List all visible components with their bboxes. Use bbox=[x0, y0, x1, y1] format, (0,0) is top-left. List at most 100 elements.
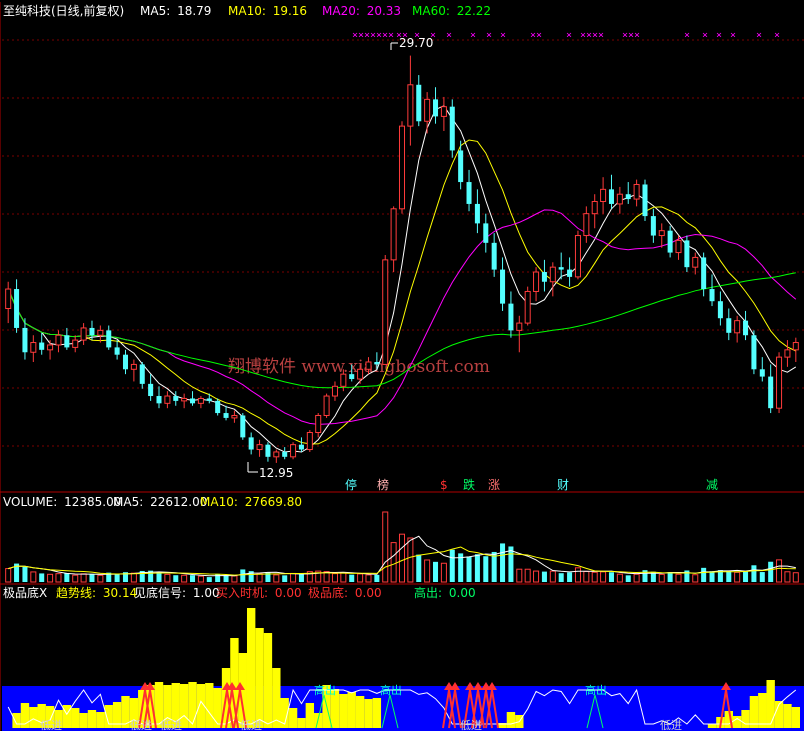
x-marker: × bbox=[702, 30, 708, 41]
candle bbox=[508, 291, 514, 338]
volume-bar bbox=[365, 574, 372, 583]
candle-body bbox=[600, 188, 607, 203]
candle-body bbox=[784, 349, 791, 358]
candle-body bbox=[407, 84, 414, 127]
candle-body bbox=[558, 267, 564, 270]
candle-body bbox=[30, 342, 37, 353]
exit-label: 高出 bbox=[314, 683, 336, 697]
volume-bar bbox=[726, 570, 732, 582]
indicator-bar bbox=[741, 710, 750, 728]
candle-body bbox=[357, 368, 364, 380]
indicator-bar bbox=[355, 696, 365, 728]
candle bbox=[215, 398, 221, 416]
volume-bar bbox=[508, 546, 514, 582]
candle-body bbox=[567, 269, 573, 277]
x-marker: × bbox=[536, 30, 542, 41]
x-marker: × bbox=[430, 30, 436, 41]
indicator-bar bbox=[339, 694, 348, 728]
candle bbox=[265, 442, 271, 462]
indicator-bar bbox=[347, 692, 356, 728]
volume-bar bbox=[181, 574, 188, 583]
low-annotation: 12.95 bbox=[247, 462, 293, 480]
entry-label: 低进 bbox=[240, 719, 262, 731]
volume-bar bbox=[558, 573, 564, 582]
candle bbox=[106, 325, 112, 350]
volume-bar bbox=[190, 575, 196, 582]
candle bbox=[382, 255, 389, 365]
candle-body bbox=[424, 98, 431, 122]
indicator-bar bbox=[263, 633, 273, 728]
exit-label: 高出 bbox=[585, 683, 607, 697]
candle-body bbox=[440, 106, 447, 117]
candle-body bbox=[80, 327, 87, 341]
volume-bar bbox=[164, 573, 171, 583]
candle-body bbox=[215, 400, 221, 414]
candle bbox=[516, 315, 523, 353]
candle bbox=[164, 391, 171, 409]
x-marker: × bbox=[402, 30, 408, 41]
candle-body bbox=[734, 320, 741, 334]
candle bbox=[591, 194, 598, 229]
candle bbox=[759, 357, 765, 382]
x-marker: × bbox=[684, 30, 690, 41]
candle bbox=[30, 335, 37, 362]
candle bbox=[675, 235, 682, 260]
candle bbox=[734, 315, 741, 343]
volume-bar bbox=[500, 543, 506, 582]
candle bbox=[466, 169, 472, 212]
candle-body bbox=[398, 125, 406, 210]
volume-bar bbox=[483, 556, 489, 582]
candle-body bbox=[667, 230, 673, 253]
event-tags: 停 榜 $ 跌涨 财 减 bbox=[345, 477, 718, 492]
candle-body bbox=[173, 396, 179, 401]
volume-bar bbox=[768, 561, 774, 582]
candle-body bbox=[240, 415, 246, 438]
candle bbox=[549, 262, 556, 297]
entry-label: 低进 bbox=[40, 719, 62, 731]
volume-bar bbox=[608, 572, 614, 582]
indicator-bar bbox=[297, 718, 306, 728]
candle bbox=[524, 286, 531, 326]
candle bbox=[483, 213, 489, 253]
candle bbox=[642, 179, 648, 221]
volume-bar bbox=[709, 571, 715, 582]
volume-bar bbox=[692, 574, 699, 583]
candle-body bbox=[148, 383, 154, 397]
volume-bar bbox=[5, 568, 12, 583]
volume-bar bbox=[130, 572, 137, 583]
volume-bar bbox=[633, 573, 640, 583]
indicator-bar bbox=[364, 699, 373, 728]
candle bbox=[743, 310, 749, 341]
volume-bar bbox=[80, 573, 87, 583]
candle-body bbox=[483, 223, 489, 243]
volume-bar bbox=[776, 559, 783, 583]
volume-bar bbox=[734, 571, 741, 583]
candle bbox=[567, 257, 573, 287]
candle-body bbox=[323, 395, 330, 416]
candle-body bbox=[642, 184, 648, 217]
candle bbox=[97, 325, 104, 343]
candle bbox=[39, 332, 45, 355]
candlestick-series bbox=[5, 55, 799, 463]
candle bbox=[148, 374, 154, 401]
candle-body bbox=[717, 301, 723, 319]
volume-bar bbox=[449, 549, 455, 582]
signal-x-markers: × × × × × × × × × × × × × × × × × × × × × × × × × × × × × × × bbox=[352, 30, 780, 41]
volume-bar bbox=[197, 575, 204, 583]
candle-body bbox=[298, 444, 304, 450]
candle bbox=[390, 206, 397, 273]
event-tag: 涨 bbox=[488, 477, 500, 492]
candle bbox=[273, 449, 280, 463]
indicator-bar bbox=[121, 696, 130, 728]
candle bbox=[458, 140, 464, 190]
candle bbox=[491, 233, 497, 277]
candle bbox=[449, 99, 455, 158]
volume-bar bbox=[424, 559, 431, 583]
volume-bar bbox=[97, 574, 104, 583]
indicator-bar bbox=[12, 713, 21, 728]
volume-bar bbox=[273, 574, 280, 583]
volume-bar bbox=[784, 571, 791, 583]
x-marker: × bbox=[500, 30, 506, 41]
candle-body bbox=[156, 396, 162, 404]
candle-body bbox=[331, 385, 338, 397]
